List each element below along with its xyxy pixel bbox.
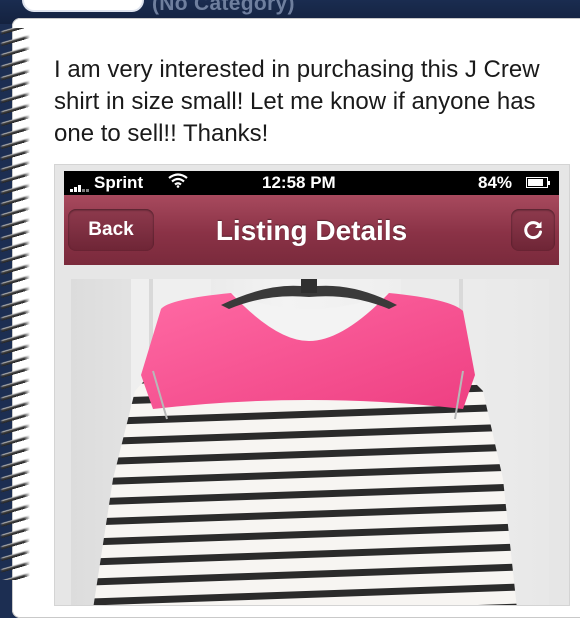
refresh-button[interactable] xyxy=(511,209,555,251)
shirt-photo xyxy=(93,279,517,605)
listing-photo xyxy=(71,279,549,605)
carrier-name: Sprint xyxy=(94,173,144,192)
listing-details-title: Listing Details xyxy=(215,215,408,246)
embedded-screenshot: Sprint 12:58 PM 84% Back Listing Details xyxy=(54,164,570,606)
battery-percentage: 84% xyxy=(478,173,513,192)
listing-nav-bar: Back Listing Details xyxy=(64,195,559,265)
refresh-icon xyxy=(524,221,542,240)
note-card: I am very interested in purchasing this … xyxy=(12,18,580,618)
category-label[interactable]: (No Category) xyxy=(152,0,295,16)
note-message: I am very interested in purchasing this … xyxy=(54,56,540,147)
signal-bars-icon xyxy=(70,182,90,192)
wifi-icon xyxy=(168,173,188,191)
phone-status-bar: Sprint 12:58 PM 84% xyxy=(64,171,559,195)
battery-fill xyxy=(528,179,544,186)
header-button[interactable] xyxy=(22,0,144,12)
battery-icon xyxy=(526,177,550,188)
status-time: 12:58 PM xyxy=(262,173,336,192)
notebook-spiral-binding xyxy=(0,28,30,580)
